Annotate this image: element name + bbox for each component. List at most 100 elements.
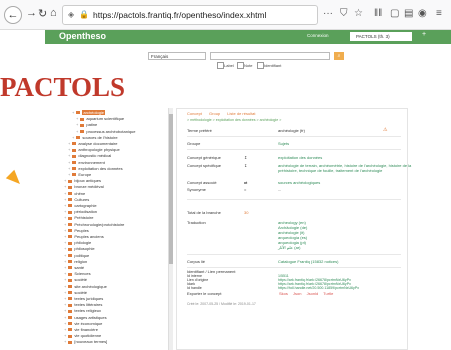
page-actions-icon[interactable]: ···: [323, 8, 333, 19]
tree-item[interactable]: + société: [64, 277, 87, 282]
expand-toggle-icon[interactable]: +: [64, 277, 66, 282]
expand-toggle-icon[interactable]: +: [64, 259, 66, 264]
export-skos[interactable]: Skos: [279, 291, 288, 296]
expand-toggle-icon[interactable]: +: [64, 203, 66, 208]
tree-item[interactable]: + philosophie: [64, 246, 95, 251]
tree-item[interactable]: + cartographie: [64, 203, 97, 208]
tree-item[interactable]: + anthropologie physique: [68, 147, 120, 152]
expand-toggle-icon[interactable]: +: [64, 240, 66, 245]
warning-icon[interactable]: ⚠: [383, 127, 387, 133]
tree-item[interactable]: + bijoux antiques: [64, 178, 101, 183]
corpus-link[interactable]: Catalogue Frantiq (15832 notices): [278, 259, 338, 264]
expand-toggle-icon[interactable]: +: [64, 191, 66, 196]
tree-item[interactable]: + vie économique: [64, 321, 102, 326]
tree-item[interactable]: + processus archéobotanique: [76, 129, 136, 134]
expand-toggle-icon[interactable]: +: [64, 222, 66, 227]
expand-toggle-icon[interactable]: +: [68, 141, 70, 146]
related-value[interactable]: sources archéologiques: [278, 180, 320, 185]
expand-toggle-icon[interactable]: +: [68, 160, 70, 165]
expand-toggle-icon[interactable]: +: [64, 271, 66, 276]
tree-item[interactable]: + vie financière: [64, 327, 98, 332]
expand-toggle-icon[interactable]: +: [64, 296, 66, 301]
export-turtle[interactable]: Turtle: [323, 291, 333, 296]
expand-toggle-icon[interactable]: +: [64, 184, 66, 189]
tree-item[interactable]: + aquarium scientifique: [76, 116, 124, 121]
expand-toggle-icon[interactable]: +: [64, 197, 66, 202]
tree-item[interactable]: + patine: [76, 122, 97, 127]
export-jsonld[interactable]: Jsonld: [307, 291, 319, 296]
branch-count[interactable]: 30: [244, 210, 248, 215]
group-value[interactable]: Sujets: [278, 141, 289, 146]
expand-toggle-icon[interactable]: +: [76, 116, 78, 121]
expand-toggle-icon[interactable]: +: [64, 246, 66, 251]
expand-toggle-icon[interactable]: +: [64, 215, 66, 220]
expand-toggle-icon[interactable]: +: [64, 315, 66, 320]
language-select[interactable]: Français: [148, 52, 206, 60]
option-note[interactable]: Note: [237, 62, 252, 69]
option-identifiant[interactable]: Identifiant: [257, 62, 281, 69]
expand-toggle-icon[interactable]: +: [76, 122, 78, 127]
tree-item[interactable]: + Préhistoire: [64, 215, 93, 220]
forward-icon[interactable]: →: [26, 7, 37, 19]
connect-link[interactable]: Connexion: [307, 33, 329, 38]
expand-toggle-icon[interactable]: +: [68, 166, 70, 171]
tree-item[interactable]: + Peuples: [64, 228, 89, 233]
tree-item[interactable]: + vie quotidienne: [64, 333, 101, 338]
expand-toggle-icon[interactable]: +: [64, 302, 66, 307]
tree-item[interactable]: + périodisation: [64, 209, 97, 214]
expand-toggle-icon[interactable]: +: [64, 327, 66, 332]
tree-item[interactable]: + bronze médiéval: [64, 184, 104, 189]
breadcrumb[interactable]: > méthodologie > exploitation des donnée…: [187, 118, 281, 122]
group-action[interactable]: Group: [209, 111, 220, 116]
tree-item[interactable]: + textes religieux: [64, 308, 101, 313]
tree-item[interactable]: + textes littéraires: [64, 302, 102, 307]
scroll-thumb[interactable]: [169, 114, 173, 264]
tree-item[interactable]: + archéologie: [72, 110, 106, 115]
expand-toggle-icon[interactable]: +: [72, 135, 74, 140]
expand-toggle-icon[interactable]: +: [64, 209, 66, 214]
concept-action[interactable]: Concept: [187, 111, 202, 116]
tree-item[interactable]: + société: [64, 290, 87, 295]
reader-icon[interactable]: ▤: [404, 8, 413, 19]
tree-item[interactable]: + Sciences: [64, 271, 91, 276]
expand-toggle-icon[interactable]: +: [64, 339, 66, 344]
menu-icon[interactable]: ≡: [436, 8, 442, 19]
tree-item[interactable]: + religion: [64, 259, 87, 264]
expand-toggle-icon[interactable]: +: [72, 110, 74, 115]
bookmark-star-icon[interactable]: ☆: [354, 8, 363, 19]
expand-toggle-icon[interactable]: +: [64, 234, 66, 239]
tree-item[interactable]: + santé: [64, 265, 84, 270]
pocket-icon[interactable]: ⛉: [340, 8, 348, 19]
sidebar-icon[interactable]: ▢: [390, 8, 399, 19]
expand-toggle-icon[interactable]: +: [64, 178, 66, 183]
tree-item[interactable]: + Europe: [68, 172, 91, 177]
result-list-action[interactable]: Liste de résultat: [227, 111, 255, 116]
id-value[interactable]: https://hdl.handle.net/20.500.11859/pcrt…: [278, 286, 359, 290]
tree-item[interactable]: + textes juridiques: [64, 296, 103, 301]
account-icon[interactable]: ◉: [418, 8, 427, 19]
search-input[interactable]: [210, 52, 330, 60]
expand-toggle-icon[interactable]: +: [64, 284, 66, 289]
back-icon[interactable]: ←: [4, 6, 22, 24]
tree-item[interactable]: + exploitation des données: [68, 166, 123, 171]
tree-item[interactable]: + chêne: [64, 191, 85, 196]
expand-toggle-icon[interactable]: +: [64, 290, 66, 295]
tree-item[interactable]: + Cultures: [64, 197, 89, 202]
home-icon[interactable]: ⌂: [50, 7, 57, 19]
tree-item[interactable]: + sources de l'histoire: [72, 135, 118, 140]
thesaurus-select[interactable]: PACTOLS (th. 3): [350, 32, 412, 41]
address-bar[interactable]: ◈ 🔒 https://pactols.frantiq.fr/opentheso…: [62, 5, 318, 25]
expand-toggle-icon[interactable]: +: [68, 172, 70, 177]
tree-item[interactable]: + Préchronologie/protohistoire: [64, 222, 124, 227]
expand-toggle-icon[interactable]: +: [76, 129, 78, 134]
expand-toggle-icon[interactable]: +: [64, 228, 66, 233]
tree-item[interactable]: + philologie: [64, 240, 91, 245]
tree-scrollbar[interactable]: [168, 108, 173, 350]
reload-icon[interactable]: ↻: [38, 7, 47, 20]
expand-toggle-icon[interactable]: +: [64, 253, 66, 258]
translation-item[interactable]: علم الآثار (ar): [278, 245, 300, 250]
option-label[interactable]: Label: [217, 62, 234, 69]
narrower-value[interactable]: préhistoire, technique de fouille, trait…: [278, 168, 382, 173]
expand-toggle-icon[interactable]: +: [68, 147, 70, 152]
expand-toggle-icon[interactable]: +: [68, 153, 70, 158]
